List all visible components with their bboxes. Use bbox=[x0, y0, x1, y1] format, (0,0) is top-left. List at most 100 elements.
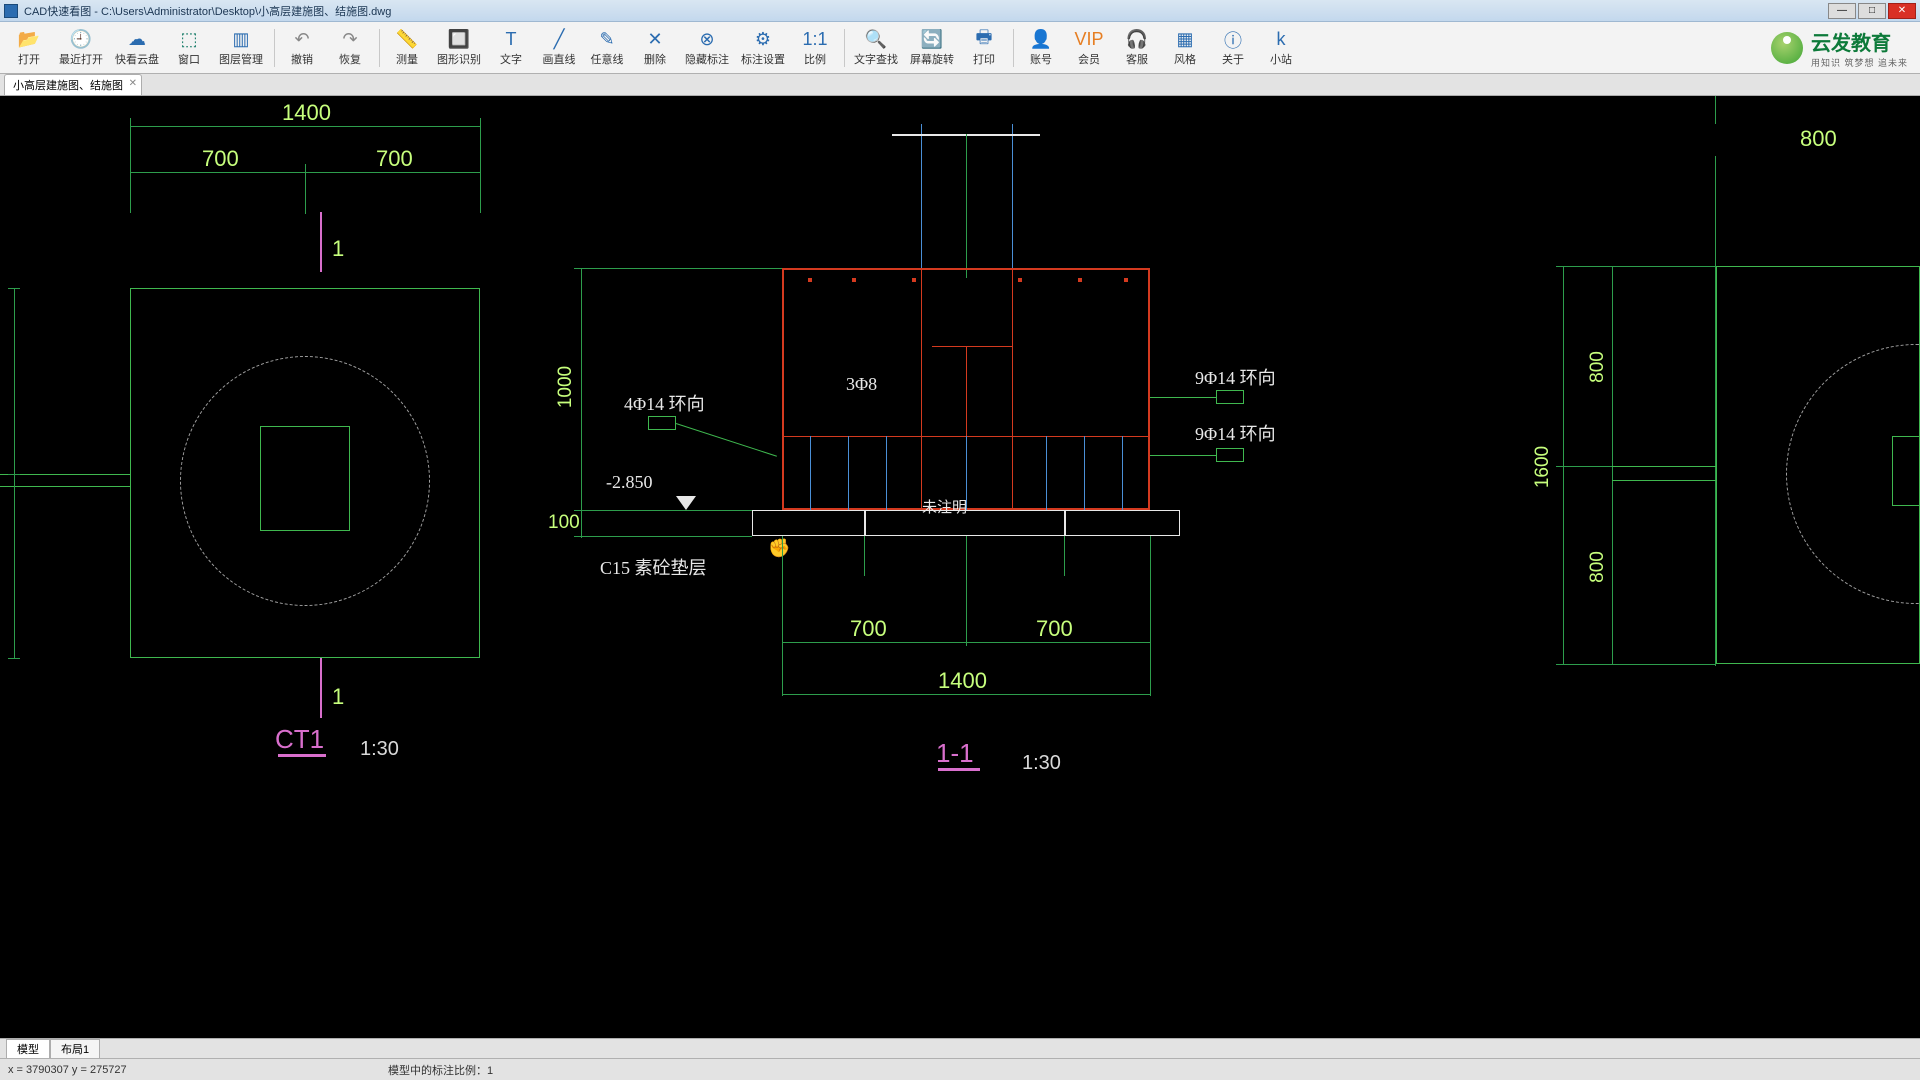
hidedim-button[interactable]: ⊗隐藏标注 bbox=[680, 25, 734, 71]
dim-700-br: 700 bbox=[1036, 616, 1073, 642]
dimcfg-label: 标注设置 bbox=[741, 51, 785, 67]
dim-800-top: 800 bbox=[1800, 126, 1837, 152]
style-icon: ▦ bbox=[1176, 29, 1193, 51]
dimcfg-button[interactable]: ⚙标注设置 bbox=[736, 25, 790, 71]
recent-label: 最近打开 bbox=[59, 51, 103, 67]
undo-button[interactable]: ↶撤销 bbox=[279, 25, 325, 71]
window-button[interactable]: ⬚窗口 bbox=[166, 25, 212, 71]
rebar-9phi14-b: 9Φ14 环向 bbox=[1195, 420, 1276, 446]
vip-label: 会员 bbox=[1078, 51, 1100, 67]
cloud-button[interactable]: ☁快看云盘 bbox=[110, 25, 164, 71]
about-label: 关于 bbox=[1222, 51, 1244, 67]
textsearch-icon: 🔍 bbox=[865, 29, 887, 51]
vip-button[interactable]: VIP会员 bbox=[1066, 25, 1112, 71]
section-mark-1-bot: 1 bbox=[332, 684, 344, 710]
measure-button[interactable]: 📏测量 bbox=[384, 25, 430, 71]
line-label: 画直线 bbox=[543, 51, 576, 67]
dim-1600: 1600 bbox=[1532, 446, 1554, 488]
keyboard-label: 小站 bbox=[1270, 51, 1292, 67]
cloud-label: 快看云盘 bbox=[115, 51, 159, 67]
hidedim-icon: ⊗ bbox=[699, 29, 714, 51]
title-text: CAD快速看图 - C:\Users\Administrator\Desktop… bbox=[24, 3, 1828, 19]
keyboard-button[interactable]: k小站 bbox=[1258, 25, 1304, 71]
ratio-icon: 1:1 bbox=[802, 29, 827, 51]
tab-layout1[interactable]: 布局1 bbox=[50, 1039, 100, 1059]
dim-1000: 1000 bbox=[555, 366, 577, 408]
about-button[interactable]: ⓘ关于 bbox=[1210, 25, 1256, 71]
style-button[interactable]: ▦风格 bbox=[1162, 25, 1208, 71]
hidedim-label: 隐藏标注 bbox=[685, 51, 729, 67]
anyline-icon: ✎ bbox=[599, 29, 614, 51]
open-button[interactable]: 📂打开 bbox=[6, 25, 52, 71]
dim-700-l: 700 bbox=[202, 146, 239, 172]
scale-1-1: 1:30 bbox=[1022, 752, 1061, 775]
rotate-button[interactable]: 🔄屏幕旋转 bbox=[905, 25, 959, 71]
dim-100: 100 bbox=[548, 512, 580, 534]
maximize-button[interactable]: □ bbox=[1858, 3, 1886, 19]
line-icon: ╱ bbox=[554, 29, 565, 51]
layer-icon: ▥ bbox=[232, 29, 249, 51]
print-button[interactable]: 🖶打印 bbox=[961, 25, 1007, 71]
dim-1400-b: 1400 bbox=[938, 668, 987, 694]
section-mark-1-top: 1 bbox=[332, 236, 344, 262]
dim-800-b: 800 bbox=[1587, 551, 1609, 583]
close-button[interactable]: ✕ bbox=[1888, 3, 1916, 19]
window-label: 窗口 bbox=[178, 51, 200, 67]
style-label: 风格 bbox=[1174, 51, 1196, 67]
main-toolbar: 📂打开🕘最近打开☁快看云盘⬚窗口▥图层管理↶撤销↷恢复📏测量🔲图形识别T文字╱画… bbox=[0, 22, 1920, 74]
brand-area: 云发教育 用知识 筑梦想 追未来 bbox=[1771, 27, 1908, 69]
hand-cursor-icon: ✊ bbox=[768, 538, 790, 559]
dim-700-bl: 700 bbox=[850, 616, 887, 642]
rotate-label: 屏幕旋转 bbox=[910, 51, 954, 67]
recent-button[interactable]: 🕘最近打开 bbox=[54, 25, 108, 71]
layout-tab-strip: 模型 布局1 bbox=[0, 1038, 1920, 1058]
delete-icon: ✕ bbox=[647, 29, 662, 51]
about-icon: ⓘ bbox=[1224, 29, 1242, 51]
drawing-canvas[interactable]: 1400 700 700 1 1 CT1 1:30 ✊ bbox=[0, 96, 1920, 1038]
vip-icon: VIP bbox=[1074, 29, 1103, 51]
file-tab[interactable]: 小高层建施图、结施图 ✕ bbox=[4, 74, 142, 95]
close-tab-icon[interactable]: ✕ bbox=[129, 78, 137, 89]
minimize-button[interactable]: — bbox=[1828, 3, 1856, 19]
anyline-button[interactable]: ✎任意线 bbox=[584, 25, 630, 71]
dim-800-t: 800 bbox=[1587, 351, 1609, 383]
dimcfg-icon: ⚙ bbox=[755, 29, 771, 51]
brand-slogan: 用知识 筑梦想 追未来 bbox=[1811, 56, 1908, 69]
layer-button[interactable]: ▥图层管理 bbox=[214, 25, 268, 71]
textsearch-button[interactable]: 🔍文字查找 bbox=[849, 25, 903, 71]
note-text: 未注明 bbox=[922, 496, 967, 517]
app-icon bbox=[4, 4, 18, 18]
tab-model[interactable]: 模型 bbox=[6, 1039, 50, 1059]
line-button[interactable]: ╱画直线 bbox=[536, 25, 582, 71]
elev-2850: -2.850 bbox=[606, 472, 653, 493]
measure-icon: 📏 bbox=[396, 29, 418, 51]
title-ct1: CT1 bbox=[275, 724, 324, 755]
delete-button[interactable]: ✕删除 bbox=[632, 25, 678, 71]
rebar-9phi14-a: 9Φ14 环向 bbox=[1195, 364, 1276, 390]
recent-icon: 🕘 bbox=[70, 29, 92, 51]
ratio-button[interactable]: 1:1比例 bbox=[792, 25, 838, 71]
open-label: 打开 bbox=[18, 51, 40, 67]
cushion-note: C15 素砼垫层 bbox=[600, 554, 707, 580]
service-icon: 🎧 bbox=[1126, 29, 1148, 51]
cloud-icon: ☁ bbox=[128, 29, 146, 51]
dim-1400: 1400 bbox=[282, 100, 331, 126]
dim-700-r: 700 bbox=[376, 146, 413, 172]
delete-label: 删除 bbox=[644, 51, 666, 67]
account-icon: 👤 bbox=[1030, 29, 1052, 51]
file-tab-strip: 小高层建施图、结施图 ✕ bbox=[0, 74, 1920, 96]
recog-button[interactable]: 🔲图形识别 bbox=[432, 25, 486, 71]
redo-button[interactable]: ↷恢复 bbox=[327, 25, 373, 71]
brand-name: 云发教育 bbox=[1811, 27, 1908, 56]
status-dimscale: 模型中的标注比例：1 bbox=[388, 1062, 493, 1078]
text-icon: T bbox=[506, 29, 517, 51]
window-icon: ⬚ bbox=[180, 29, 197, 51]
keyboard-icon: k bbox=[1277, 29, 1286, 51]
account-button[interactable]: 👤账号 bbox=[1018, 25, 1064, 71]
text-button[interactable]: T文字 bbox=[488, 25, 534, 71]
service-label: 客服 bbox=[1126, 51, 1148, 67]
service-button[interactable]: 🎧客服 bbox=[1114, 25, 1160, 71]
rotate-icon: 🔄 bbox=[921, 29, 943, 51]
recog-label: 图形识别 bbox=[437, 51, 481, 67]
title-1-1: 1-1 bbox=[936, 738, 974, 769]
